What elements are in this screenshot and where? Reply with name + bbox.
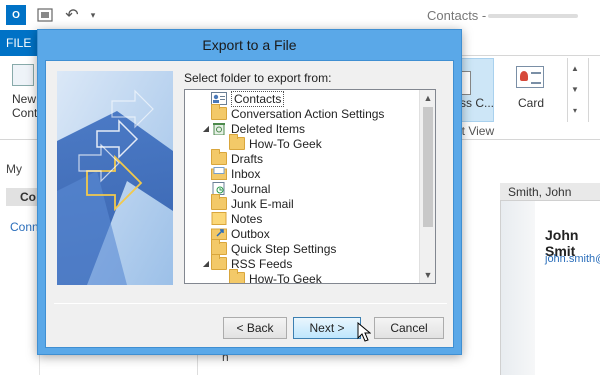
folder-item[interactable]: How-To Geek xyxy=(229,269,322,284)
customize-toolbar-icon[interactable]: ▾ xyxy=(88,5,98,25)
scroll-down-icon[interactable]: ▼ xyxy=(420,267,435,283)
export-to-file-dialog: Export to a File Select folder to export… xyxy=(37,29,462,355)
card-view-label: Card xyxy=(518,96,545,110)
scroll-thumb[interactable] xyxy=(423,107,433,227)
title-bar: O ↶ ▾ Contacts - xyxy=(0,0,600,30)
folder-item[interactable]: Notes xyxy=(211,211,262,226)
folder-item-label: Journal xyxy=(231,181,271,196)
business-card-view-button[interactable] xyxy=(460,58,494,122)
folder-icon xyxy=(211,104,227,120)
folder-item[interactable]: Conversation Action Settings xyxy=(211,104,385,121)
business-card-view-label: ss C... xyxy=(460,96,495,110)
folder-icon xyxy=(229,134,245,150)
next-button[interactable]: Next > xyxy=(293,317,361,339)
folder-tree[interactable]: Contacts Conversation Action Settings ◢ Del… xyxy=(184,89,436,284)
contact-card-panel: Smith, John John Smit john.smith@ xyxy=(460,183,600,375)
folder-item[interactable]: Junk E-mail xyxy=(211,194,294,211)
collapse-arrow-icon[interactable]: ◢ xyxy=(201,259,211,268)
file-tab[interactable]: FILE xyxy=(0,30,42,56)
contact-card[interactable]: John Smit john.smith@ xyxy=(500,201,600,375)
contact-card-header[interactable]: Smith, John xyxy=(500,183,600,201)
deleted-items-icon xyxy=(211,122,227,136)
dialog-divider xyxy=(54,303,447,304)
folder-item[interactable]: Contacts xyxy=(211,90,285,107)
folder-item-label: Deleted Items xyxy=(231,121,306,136)
connect-link[interactable]: Conn xyxy=(10,220,39,234)
folder-item-label: Drafts xyxy=(231,151,264,166)
wizard-illustration xyxy=(57,71,173,285)
new-contact-icon xyxy=(12,64,34,86)
dialog-title: Export to a File xyxy=(202,37,297,53)
folder-item-label: Conversation Action Settings xyxy=(231,106,385,121)
select-folder-prompt: Select folder to export from: xyxy=(184,71,332,85)
folder-item-label: RSS Feeds xyxy=(231,256,293,271)
folder-item[interactable]: ◢ RSS Feeds xyxy=(203,254,293,271)
my-contacts-header[interactable]: My xyxy=(6,162,22,176)
folder-item[interactable]: ◢ Deleted Items xyxy=(203,121,306,136)
card-view-icon xyxy=(516,66,544,88)
window-title-account-redacted xyxy=(488,14,578,18)
mouse-cursor-icon xyxy=(357,322,371,342)
contact-photo xyxy=(501,201,535,375)
cancel-button[interactable]: Cancel xyxy=(374,317,444,339)
folder-item-label: Quick Step Settings xyxy=(231,241,337,256)
card-view-button[interactable]: Card xyxy=(502,58,560,122)
back-button[interactable]: < Back xyxy=(223,317,287,339)
view-gallery-scroll[interactable]: ▲ ▼ ▾ xyxy=(567,58,582,122)
new-contact-button[interactable]: New Conta xyxy=(0,56,44,140)
gallery-more-icon[interactable]: ▾ xyxy=(568,100,582,121)
scroll-up-icon[interactable]: ▲ xyxy=(420,90,435,106)
folder-icon xyxy=(229,269,245,283)
folder-item[interactable]: How-To Geek xyxy=(229,134,322,151)
outlook-logo-icon: O xyxy=(6,5,26,25)
folder-item[interactable]: Quick Step Settings xyxy=(211,239,337,256)
inbox-icon xyxy=(211,167,227,180)
folder-item-label: Inbox xyxy=(231,166,261,181)
folder-icon xyxy=(211,194,227,210)
folder-item-label: Outbox xyxy=(231,226,270,241)
ribbon-edge xyxy=(588,58,598,122)
gallery-down-icon[interactable]: ▼ xyxy=(568,79,582,100)
folder-item-label: How-To Geek xyxy=(249,136,322,151)
folder-pane: My Co Conn xyxy=(0,140,46,375)
folder-tree-items: Contacts Conversation Action Settings ◢ Del… xyxy=(185,90,420,284)
contact-email-link[interactable]: john.smith@ xyxy=(545,253,600,265)
dialog-body: Select folder to export from: Contacts Co… xyxy=(45,60,454,348)
folder-tree-scrollbar[interactable]: ▲ ▼ xyxy=(419,90,435,283)
folder-item-label: Junk E-mail xyxy=(231,196,294,211)
gallery-up-icon[interactable]: ▲ xyxy=(568,58,582,79)
undo-icon[interactable]: ↶ xyxy=(63,5,81,25)
folder-item-label: How-To Geek xyxy=(249,271,322,284)
collapse-arrow-icon[interactable]: ◢ xyxy=(201,124,211,133)
folder-item[interactable]: Drafts xyxy=(211,149,264,166)
business-card-icon xyxy=(461,71,471,95)
send-receive-icon[interactable] xyxy=(36,5,54,25)
notes-icon xyxy=(211,212,227,225)
folder-item[interactable]: Inbox xyxy=(211,166,260,181)
window-title: Contacts - xyxy=(427,8,487,23)
folder-icon xyxy=(211,149,227,165)
folder-icon xyxy=(211,254,227,270)
folder-item-label: Notes xyxy=(231,211,263,226)
folder-item-label: Contacts xyxy=(231,90,285,107)
